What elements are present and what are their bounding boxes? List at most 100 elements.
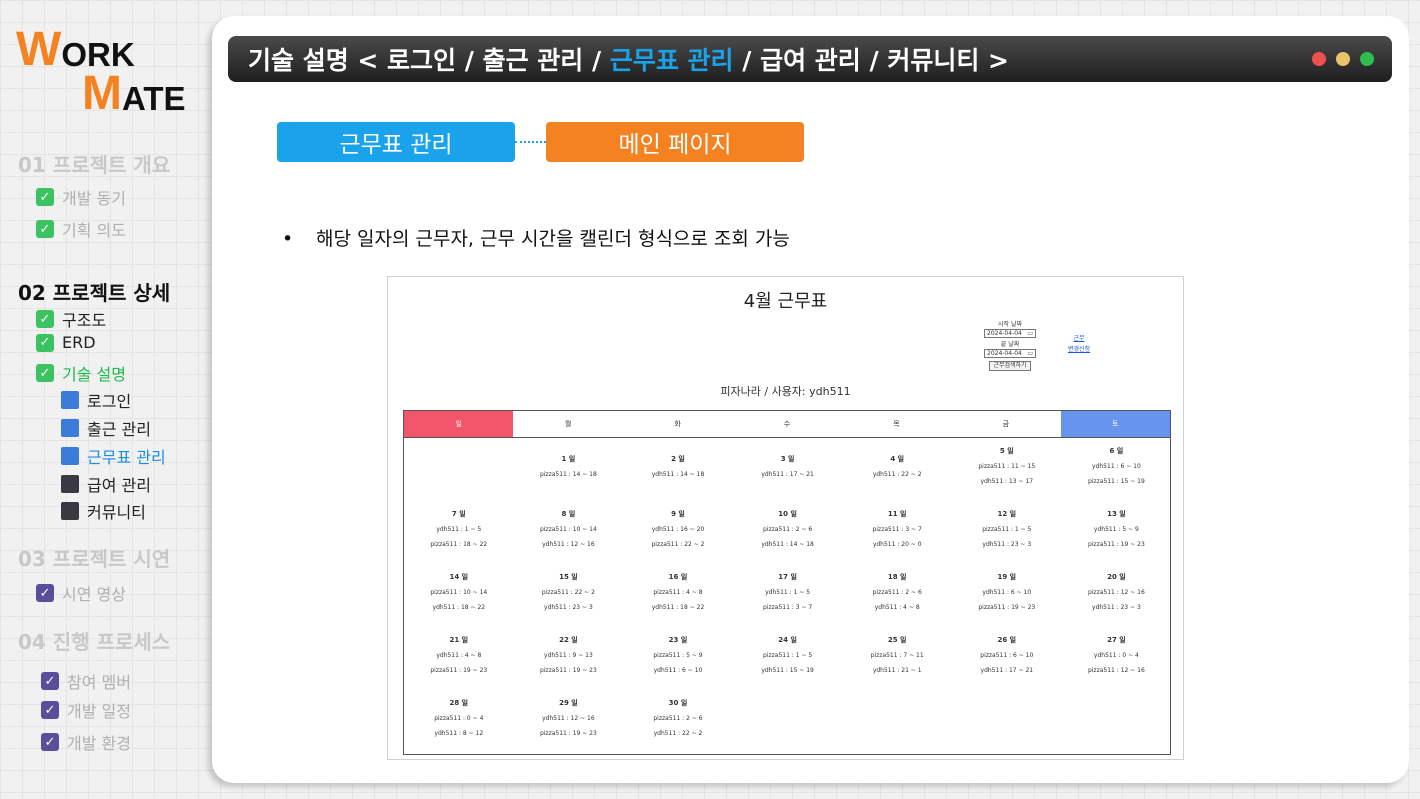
description-bullet: • 해당 일자의 근무자, 근무 시간을 캘린더 형식으로 조회 가능 <box>282 224 790 251</box>
shift-entry: pizza511 : 10 ~ 14 <box>539 526 597 533</box>
start-date-value: 2024-04-04 <box>987 330 1022 337</box>
breadcrumb-prefix[interactable]: 기술 설명 < 로그인 / 출근 관리 / <box>248 46 610 75</box>
sidebar-item-timeline[interactable]: ✓ 개발 일정 <box>41 698 131 722</box>
sidebar-item-erd[interactable]: ✓ ERD <box>36 333 96 352</box>
shift-entry: pizza511 : 5 ~ 9 <box>653 652 703 659</box>
shift-entry: ydh511 : 4 ~ 8 <box>874 604 920 611</box>
calendar-day-cell[interactable]: 12 일 pizza511 : 1 ~ 5 ydh511 : 23 ~ 3 <box>952 510 1062 549</box>
calendar-title: 4월 근무표 <box>743 291 828 312</box>
shift-entry: ydh511 : 6 ~ 10 <box>982 589 1032 596</box>
calendar-day-cell[interactable]: 30 일 pizza511 : 2 ~ 6 ydh511 : 22 ~ 2 <box>623 699 733 738</box>
calendar-day-cell[interactable]: 4 일 ydh511 : 22 ~ 2 <box>842 455 952 479</box>
calendar-day-cell[interactable]: 23 일 pizza511 : 5 ~ 9 ydh511 : 6 ~ 10 <box>623 636 733 675</box>
calendar-day-cell[interactable]: 28 일 pizza511 : 0 ~ 4 ydh511 : 8 ~ 12 <box>404 699 514 738</box>
day-number: 18 일 <box>887 573 907 581</box>
start-date-input[interactable]: 2024-04-04 ▭ <box>984 329 1036 338</box>
search-schedule-button[interactable]: 근무검색하기 <box>989 361 1031 371</box>
shift-entry: ydh511 : 13 ~ 17 <box>980 478 1034 485</box>
calendar-grid: 일 월 화 수 목 금 토 1 일 pizza511 : 14 ~ 18 2 일 yd… <box>403 410 1171 755</box>
shift-entry: ydh511 : 22 ~ 2 <box>653 730 703 737</box>
sidebar-item-video[interactable]: ✓ 시연 영상 <box>36 581 126 605</box>
shift-entry: pizza511 : 2 ~ 6 <box>762 526 813 533</box>
calendar-icon: ▭ <box>1027 350 1033 357</box>
work-link[interactable]: 근무 <box>1064 333 1094 344</box>
end-date-input[interactable]: 2024-04-04 ▭ <box>984 349 1036 358</box>
section-title-overview[interactable]: 01 프로젝트 개요 <box>18 149 170 178</box>
calendar-day-cell[interactable]: 6 일 ydh511 : 6 ~ 10 pizza511 : 15 ~ 19 <box>1062 447 1172 486</box>
calendar-day-cell[interactable]: 29 일 ydh511 : 12 ~ 16 pizza511 : 19 ~ 23 <box>514 699 624 738</box>
sidebar-subitem-label: 커뮤니티 <box>87 503 146 522</box>
shift-entry: ydh511 : 23 ~ 3 <box>1092 604 1141 611</box>
calendar-day-cell[interactable]: 7 일 ydh511 : 1 ~ 5 pizza511 : 18 ~ 22 <box>404 510 514 549</box>
calendar-day-cell[interactable]: 22 일 ydh511 : 9 ~ 13 pizza511 : 19 ~ 23 <box>514 636 624 675</box>
calendar-day-cell[interactable]: 18 일 pizza511 : 2 ~ 6 ydh511 : 4 ~ 8 <box>842 573 952 612</box>
maximize-dot-icon[interactable] <box>1360 52 1374 66</box>
shift-entry: pizza511 : 19 ~ 23 <box>978 604 1036 611</box>
sidebar-subitem-payroll[interactable]: 급여 관리 <box>61 472 151 496</box>
section-title-detail[interactable]: 02 프로젝트 상세 <box>18 277 170 306</box>
sidebar-subitem-login[interactable]: 로그인 <box>61 388 131 412</box>
calendar-day-cell[interactable]: 21 일 ydh511 : 4 ~ 8 pizza511 : 19 ~ 23 <box>404 636 514 675</box>
breadcrumb-current[interactable]: 근무표 관리 <box>610 46 734 75</box>
section-title-demo[interactable]: 03 프로젝트 시연 <box>18 543 170 572</box>
calendar-day-cell[interactable]: 15 일 pizza511 : 22 ~ 2 ydh511 : 23 ~ 3 <box>514 573 624 612</box>
sidebar-item-structure[interactable]: ✓ 구조도 <box>36 307 106 331</box>
shift-entry: pizza511 : 3 ~ 7 <box>762 604 813 611</box>
end-date-label: 끝 날짜 <box>1000 341 1020 348</box>
calendar-day-cell[interactable]: 24 일 pizza511 : 1 ~ 5 ydh511 : 15 ~ 19 <box>733 636 843 675</box>
shift-entry: ydh511 : 1 ~ 5 <box>765 589 811 596</box>
section-title-process[interactable]: 04 진행 프로세스 <box>18 626 170 655</box>
calendar-day-cell[interactable]: 19 일 ydh511 : 6 ~ 10 pizza511 : 19 ~ 23 <box>952 573 1062 612</box>
sidebar-item-tech[interactable]: ✓ 기술 설명 <box>36 361 126 385</box>
minimize-dot-icon[interactable] <box>1336 52 1350 66</box>
calendar-day-cell[interactable]: 17 일 ydh511 : 1 ~ 5 pizza511 : 3 ~ 7 <box>733 573 843 612</box>
day-number: 19 일 <box>997 573 1017 581</box>
store-user-line: 피자나라 / 사용자: ydh511 <box>720 385 851 398</box>
shift-entry: ydh511 : 20 ~ 0 <box>872 541 922 548</box>
shift-entry: ydh511 : 17 ~ 21 <box>980 667 1034 674</box>
day-number: 6 일 <box>1109 447 1124 455</box>
check-icon: ✓ <box>36 188 54 206</box>
calendar-day-cell[interactable]: 27 일 ydh511 : 0 ~ 4 pizza511 : 12 ~ 16 <box>1062 636 1172 675</box>
sidebar-item-environment[interactable]: ✓ 개발 환경 <box>41 730 131 754</box>
calendar-day-cell[interactable]: 16 일 pizza511 : 4 ~ 8 ydh511 : 18 ~ 22 <box>623 573 733 612</box>
day-number: 1 일 <box>561 455 576 463</box>
weekday-fri: 금 <box>1002 420 1010 428</box>
shift-entry: pizza511 : 19 ~ 23 <box>539 730 597 737</box>
sidebar-subitem-attendance[interactable]: 출근 관리 <box>61 416 151 440</box>
sidebar-subitem-community[interactable]: 커뮤니티 <box>61 499 146 523</box>
calendar-day-cell[interactable]: 10 일 pizza511 : 2 ~ 6 ydh511 : 14 ~ 18 <box>733 510 843 549</box>
shift-entry: ydh511 : 17 ~ 21 <box>761 471 814 478</box>
sidebar-item-label: ERD <box>62 333 96 352</box>
sidebar-subitem-schedule[interactable]: 근무표 관리 <box>61 444 166 468</box>
sidebar-item-intent[interactable]: ✓ 기획 의도 <box>36 217 126 241</box>
calendar-day-cell[interactable]: 20 일 pizza511 : 12 ~ 16 ydh511 : 23 ~ 3 <box>1062 573 1172 612</box>
calendar-day-cell[interactable]: 9 일 ydh511 : 16 ~ 20 pizza511 : 22 ~ 2 <box>623 510 733 549</box>
check-icon: ✓ <box>36 310 54 328</box>
sidebar-item-motivation[interactable]: ✓ 개발 동기 <box>36 185 126 209</box>
calendar-day-cell[interactable]: 1 일 pizza511 : 14 ~ 18 <box>514 455 624 479</box>
day-number: 14 일 <box>449 573 469 581</box>
day-number: 13 일 <box>1107 510 1126 518</box>
calendar-day-cell[interactable]: 14 일 pizza511 : 10 ~ 14 ydh511 : 18 ~ 22 <box>404 573 514 612</box>
calendar-day-cell[interactable]: 13 일 ydh511 : 5 ~ 9 pizza511 : 19 ~ 23 <box>1062 510 1172 549</box>
date-search-form: 시작 날짜 2024-04-04 ▭ 끝 날짜 2024-04-04 ▭ 근무검색하… <box>980 321 1040 371</box>
day-number: 27 일 <box>1107 636 1126 644</box>
bullet-dot-icon: • <box>282 228 294 250</box>
calendar-day-cell[interactable]: 26 일 pizza511 : 6 ~ 10 ydh511 : 17 ~ 21 <box>952 636 1062 675</box>
sidebar-item-members[interactable]: ✓ 참여 멤버 <box>41 669 131 693</box>
day-number: 23 일 <box>668 636 688 644</box>
calendar-day-cell[interactable]: 3 일 ydh511 : 17 ~ 21 <box>733 455 843 479</box>
calendar-day-cell[interactable]: 5 일 pizza511 : 11 ~ 15 ydh511 : 13 ~ 17 <box>952 447 1062 486</box>
close-dot-icon[interactable] <box>1312 52 1326 66</box>
check-icon: ✓ <box>41 733 59 751</box>
breadcrumb-suffix[interactable]: / 급여 관리 / 커뮤니티 > <box>734 46 1009 75</box>
change-request-link[interactable]: 변경신청 <box>1064 344 1094 355</box>
calendar-day-cell[interactable]: 2 일 ydh511 : 14 ~ 18 <box>623 455 733 479</box>
calendar-day-cell[interactable]: 25 일 pizza511 : 7 ~ 11 ydh511 : 21 ~ 1 <box>842 636 952 675</box>
calendar-day-cell[interactable]: 8 일 pizza511 : 10 ~ 14 ydh511 : 12 ~ 16 <box>514 510 624 549</box>
blue-square-icon <box>61 447 79 465</box>
calendar-day-cell[interactable]: 11 일 pizza511 : 3 ~ 7 ydh511 : 20 ~ 0 <box>842 510 952 549</box>
day-number: 11 일 <box>887 510 907 518</box>
weekday-sat: 토 <box>1060 411 1170 437</box>
